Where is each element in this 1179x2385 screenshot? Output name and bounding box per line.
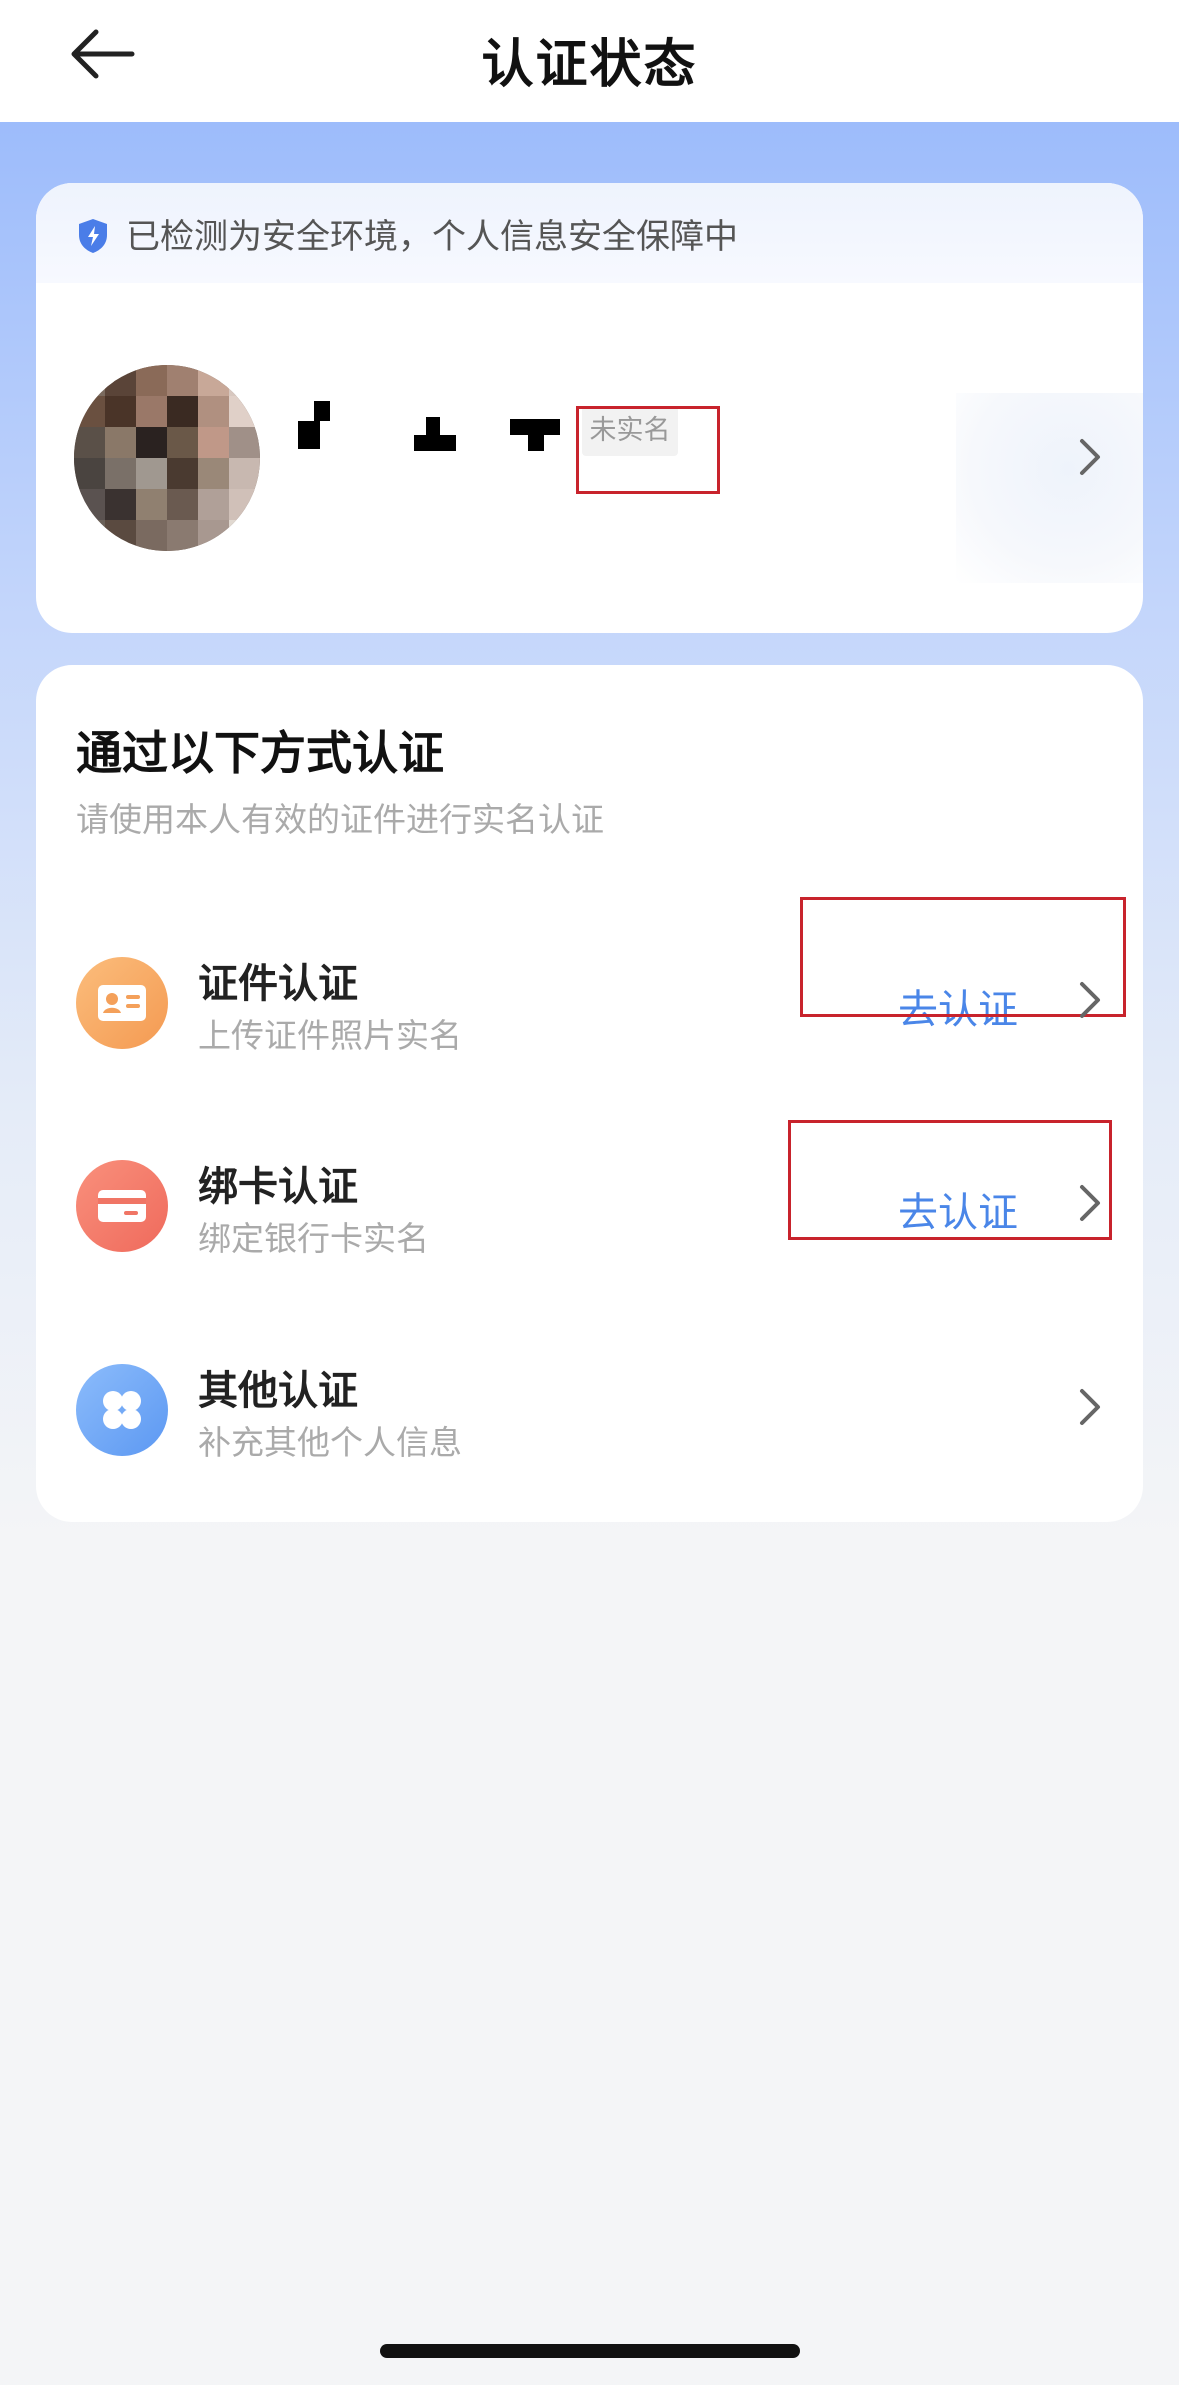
chevron-right-icon <box>1080 1185 1100 1221</box>
method-row-other[interactable]: 其他认证 补充其他个人信息 <box>36 1334 1143 1484</box>
grid-icon <box>76 1364 168 1456</box>
method-desc: 上传证件照片实名 <box>198 1016 462 1055</box>
chevron-right-icon <box>1080 439 1100 475</box>
method-name: 证件认证 <box>198 961 358 1007</box>
section-title: 通过以下方式认证 <box>76 726 444 780</box>
verification-card: 通过以下方式认证 请使用本人有效的证件进行实名认证 证件认证 上传证件照片实名 … <box>36 665 1143 1522</box>
safety-banner: 已检测为安全环境，个人信息安全保障中 <box>36 183 1143 283</box>
method-row-id-card[interactable]: 证件认证 上传证件照片实名 去认证 <box>36 897 1143 1077</box>
method-name: 绑卡认证 <box>198 1164 358 1210</box>
method-desc: 补充其他个人信息 <box>198 1423 462 1462</box>
page-title: 认证状态 <box>481 35 698 95</box>
username-mosaic <box>286 401 616 471</box>
highlight-box <box>576 406 720 494</box>
chevron-right-icon <box>1080 1389 1100 1425</box>
highlight-box <box>788 1120 1112 1240</box>
chevron-right-icon <box>1080 982 1100 1018</box>
safety-text: 已检测为安全环境，个人信息安全保障中 <box>126 217 738 257</box>
profile-card[interactable]: 已检测为安全环境，个人信息安全保障中 未实名 <box>36 183 1143 633</box>
method-desc: 绑定银行卡实名 <box>198 1219 429 1258</box>
avatar <box>74 365 260 551</box>
top-bar: 认证状态 <box>0 0 1179 122</box>
method-name: 其他认证 <box>198 1368 358 1414</box>
section-subtitle: 请使用本人有效的证件进行实名认证 <box>76 800 604 839</box>
method-row-bank-card[interactable]: 绑卡认证 绑定银行卡实名 去认证 <box>36 1120 1143 1280</box>
shield-watermark <box>956 393 1143 583</box>
shield-icon <box>79 219 107 253</box>
id-card-icon <box>76 957 168 1049</box>
home-indicator[interactable] <box>380 2344 800 2358</box>
bank-card-icon <box>76 1160 168 1252</box>
